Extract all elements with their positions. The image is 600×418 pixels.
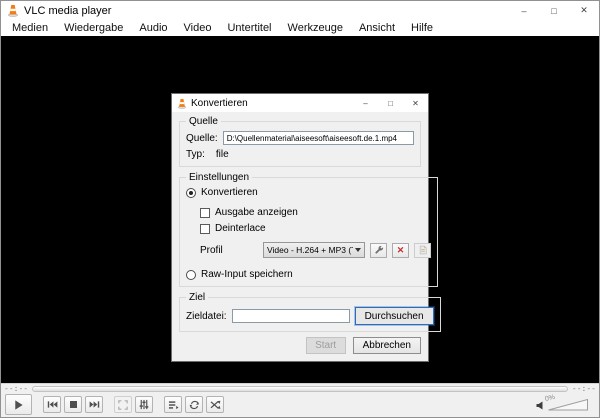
destination-group-title: Ziel: [189, 292, 206, 303]
player-control-bar: --:-- --:-- 0%: [1, 383, 599, 417]
menu-ansicht[interactable]: Ansicht: [351, 22, 403, 34]
deinterlace-row[interactable]: Deinterlace: [200, 223, 431, 234]
raw-input-radio-label: Raw-Input speichern: [201, 269, 293, 280]
playlist-button[interactable]: [164, 396, 182, 413]
stop-button[interactable]: [64, 396, 82, 413]
wrench-icon: [374, 245, 383, 254]
dialog-window-controls: – □ ✕: [353, 94, 428, 112]
volume-control: 0%: [536, 394, 595, 411]
profile-selected-value: Video - H.264 + MP3 (TS): [267, 245, 353, 255]
destination-file-input[interactable]: [231, 309, 350, 323]
dialog-close-button[interactable]: ✕: [403, 94, 428, 112]
raw-input-radio-row[interactable]: Raw-Input speichern: [186, 269, 431, 280]
source-group: Quelle Quelle: Typ: file: [179, 116, 421, 167]
delete-x-icon: ✕: [396, 244, 405, 255]
browse-button[interactable]: Durchsuchen: [354, 307, 434, 325]
loop-icon: [189, 400, 199, 409]
close-button[interactable]: ✕: [569, 1, 599, 20]
play-button[interactable]: [5, 394, 32, 415]
menu-video[interactable]: Video: [176, 22, 220, 34]
elapsed-time: --:--: [4, 384, 29, 393]
new-profile-button: [414, 242, 431, 258]
cancel-button[interactable]: Abbrechen: [352, 337, 421, 354]
source-label: Quelle:: [186, 132, 218, 144]
equalizer-icon: [139, 399, 149, 410]
fullscreen-button: [114, 396, 132, 413]
start-button: Start: [305, 337, 346, 354]
menu-medien[interactable]: Medien: [4, 22, 56, 34]
speaker-icon[interactable]: [536, 401, 544, 410]
window-title: VLC media player: [24, 4, 112, 17]
dialog-title: Konvertieren: [191, 97, 248, 109]
window-titlebar: VLC media player – □ ✕: [1, 1, 599, 20]
convert-dialog: Konvertieren – □ ✕ Quelle Quelle: Typ: f…: [171, 93, 441, 362]
menu-untertitel[interactable]: Untertitel: [219, 22, 279, 34]
menu-audio[interactable]: Audio: [131, 22, 175, 34]
destination-file-label: Zieldatei:: [186, 310, 227, 322]
vlc-cone-icon: [177, 98, 187, 109]
menu-werkzeuge[interactable]: Werkzeuge: [280, 22, 351, 34]
total-time: --:--: [571, 384, 596, 393]
next-icon: [89, 401, 99, 408]
dialog-titlebar: Konvertieren – □ ✕: [172, 94, 428, 112]
previous-button[interactable]: [43, 396, 61, 413]
minimize-button[interactable]: –: [509, 1, 539, 20]
profile-label: Profil: [200, 244, 223, 256]
dialog-maximize-button[interactable]: □: [378, 94, 403, 112]
convert-radio[interactable]: [186, 187, 196, 198]
next-button[interactable]: [85, 396, 103, 413]
convert-radio-label: Konvertieren: [201, 187, 258, 198]
maximize-button[interactable]: □: [539, 1, 569, 20]
edit-profile-button[interactable]: [370, 242, 387, 258]
previous-icon: [47, 401, 57, 408]
type-value: file: [215, 149, 229, 160]
playlist-icon: [168, 400, 178, 409]
vlc-cone-icon: [7, 4, 19, 17]
seek-slider[interactable]: [32, 386, 568, 392]
delete-profile-button[interactable]: ✕: [392, 242, 409, 258]
fullscreen-icon: [118, 399, 128, 410]
dialog-action-row: Start Abbrechen: [179, 337, 421, 354]
raw-input-radio[interactable]: [186, 269, 196, 280]
dialog-minimize-button[interactable]: –: [353, 94, 378, 112]
display-output-row[interactable]: Ausgabe anzeigen: [200, 207, 431, 218]
vlc-main-window: VLC media player – □ ✕ Medien Wiedergabe…: [0, 0, 600, 418]
profile-dropdown[interactable]: Video - H.264 + MP3 (TS): [263, 242, 365, 258]
display-output-checkbox[interactable]: [200, 207, 210, 218]
source-path-input[interactable]: [222, 131, 414, 145]
settings-group: Einstellungen Konvertieren Ausgabe anzei…: [179, 172, 438, 287]
seek-row: --:-- --:--: [1, 384, 599, 394]
source-group-title: Quelle: [189, 116, 218, 127]
display-output-label: Ausgabe anzeigen: [215, 207, 298, 218]
menu-hilfe[interactable]: Hilfe: [403, 22, 441, 34]
transport-controls: 0%: [1, 394, 599, 417]
deinterlace-label: Deinterlace: [215, 223, 266, 234]
shuffle-icon: [210, 400, 220, 409]
loop-button[interactable]: [185, 396, 203, 413]
random-button[interactable]: [206, 396, 224, 413]
destination-group: Ziel Zieldatei: Durchsuchen: [179, 292, 441, 332]
type-label: Typ:: [186, 149, 205, 160]
new-document-icon: [419, 245, 426, 255]
menu-wiedergabe[interactable]: Wiedergabe: [56, 22, 131, 34]
dialog-body: Quelle Quelle: Typ: file Einstellungen K…: [172, 112, 441, 361]
settings-group-title: Einstellungen: [189, 172, 250, 183]
deinterlace-checkbox[interactable]: [200, 223, 210, 234]
window-controls: – □ ✕: [509, 1, 599, 20]
chevron-down-icon: [355, 248, 361, 252]
convert-radio-row[interactable]: Konvertieren: [186, 187, 431, 198]
extended-settings-button[interactable]: [135, 396, 153, 413]
menu-bar: Medien Wiedergabe Audio Video Untertitel…: [1, 20, 599, 36]
stop-icon: [69, 401, 77, 408]
play-icon: [15, 399, 23, 410]
